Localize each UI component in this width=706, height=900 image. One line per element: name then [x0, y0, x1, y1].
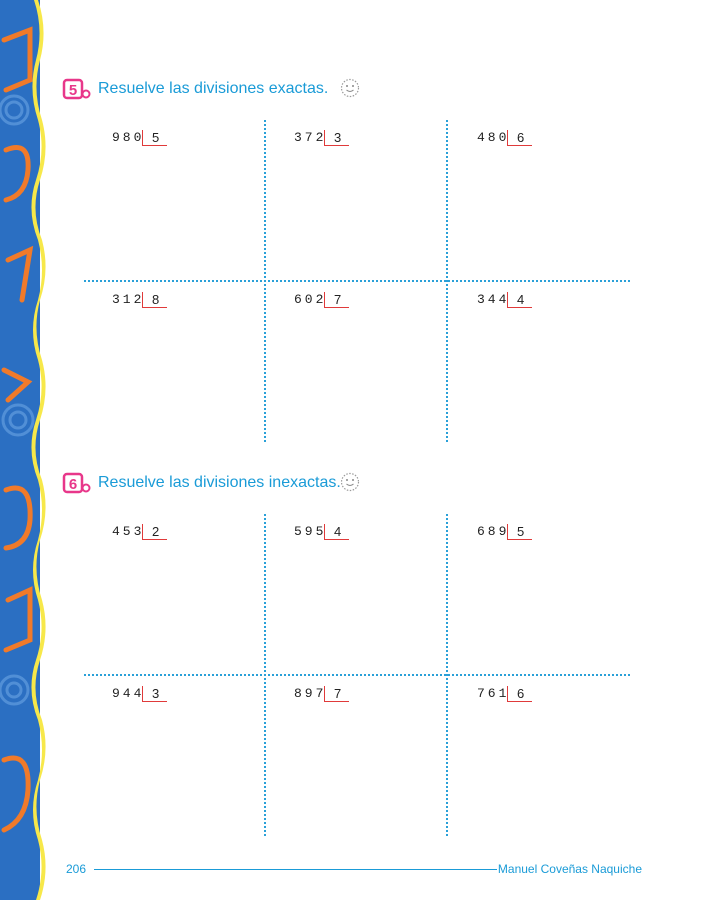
- section-number-5: 5: [69, 82, 77, 99]
- section-6-grid: 453 2 595 4 689 5 944 3 897 7 761 6: [84, 514, 630, 836]
- division-bracket: 4: [507, 292, 532, 308]
- smiley-icon: [340, 78, 360, 98]
- division-bracket: 5: [507, 524, 532, 540]
- dividend: 761: [477, 686, 510, 701]
- dividend: 944: [112, 686, 145, 701]
- division-bracket: 7: [324, 686, 349, 702]
- dividend: 344: [477, 292, 510, 307]
- section-5-header: 5 Resuelve las divisiones exactas.: [62, 78, 382, 104]
- section-6-title: Resuelve las divisiones inexactas.: [98, 474, 341, 491]
- footer-rule: [94, 869, 497, 870]
- divisor: 2: [152, 524, 160, 539]
- grid-divider-horizontal: [84, 674, 630, 676]
- division-bracket: 4: [324, 524, 349, 540]
- dividend: 595: [294, 524, 327, 539]
- page-footer: 206 Manuel Coveñas Naquiche: [66, 862, 642, 878]
- divisor: 4: [334, 524, 342, 539]
- divisor: 6: [517, 130, 525, 145]
- divisor: 4: [517, 292, 525, 307]
- division-bracket: 5: [142, 130, 167, 146]
- section-5-grid: 980 5 372 3 480 6 312 8 602 7 344 4: [84, 120, 630, 442]
- section-number-badge: 6: [62, 472, 91, 494]
- division-bracket: 7: [324, 292, 349, 308]
- dividend: 372: [294, 130, 327, 145]
- dividend: 980: [112, 130, 145, 145]
- divisor: 6: [517, 686, 525, 701]
- divisor: 7: [334, 292, 342, 307]
- division-bracket: 3: [142, 686, 167, 702]
- divisor: 5: [152, 130, 160, 145]
- dividend: 689: [477, 524, 510, 539]
- divisor: 7: [334, 686, 342, 701]
- division-bracket: 8: [142, 292, 167, 308]
- divisor: 3: [334, 130, 342, 145]
- dividend: 602: [294, 292, 327, 307]
- dividend: 480: [477, 130, 510, 145]
- page-number: 206: [66, 862, 87, 876]
- divisor: 8: [152, 292, 160, 307]
- section-number-badge: 5: [62, 78, 91, 100]
- dividend: 453: [112, 524, 145, 539]
- division-bracket: 3: [324, 130, 349, 146]
- divisor: 5: [517, 524, 525, 539]
- section-6-header: 6 Resuelve las divisiones inexactas.: [62, 472, 382, 498]
- author-name: Manuel Coveñas Naquiche: [497, 862, 642, 876]
- dividend: 897: [294, 686, 327, 701]
- smiley-icon: [340, 472, 360, 492]
- section-5-title: Resuelve las divisiones exactas.: [98, 80, 329, 97]
- division-bracket: 2: [142, 524, 167, 540]
- section-number-6: 6: [69, 476, 77, 493]
- division-bracket: 6: [507, 686, 532, 702]
- dividend: 312: [112, 292, 145, 307]
- grid-divider-horizontal: [84, 280, 630, 282]
- divisor: 3: [152, 686, 160, 701]
- decorative-side-band: [0, 0, 46, 900]
- division-bracket: 6: [507, 130, 532, 146]
